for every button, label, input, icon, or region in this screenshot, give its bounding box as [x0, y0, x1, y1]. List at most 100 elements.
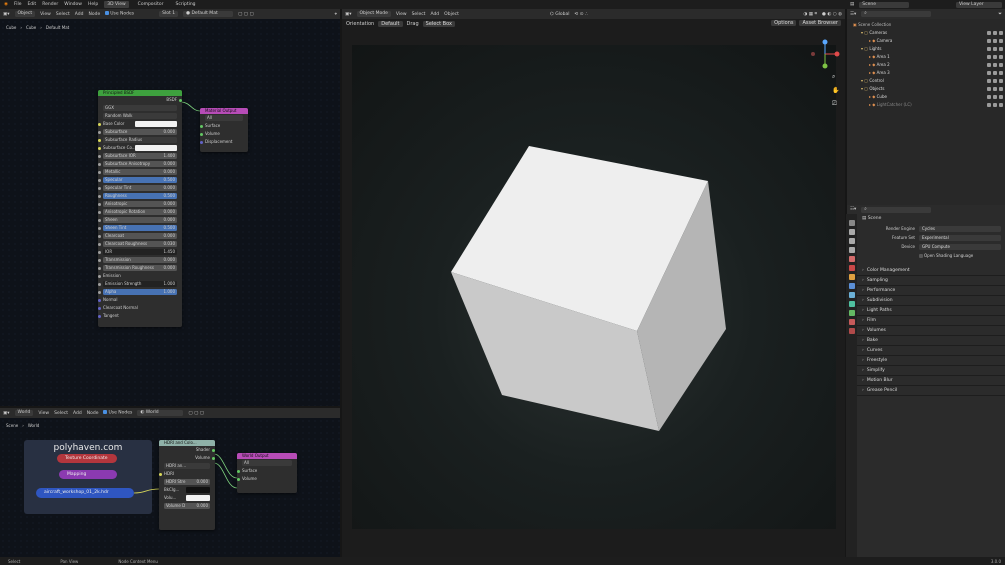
input-socket[interactable] [98, 122, 101, 126]
properties-panel[interactable]: Bake [857, 336, 1005, 346]
input-socket[interactable] [98, 266, 101, 270]
principled-input-row[interactable]: Sheen 0.000 [98, 216, 182, 224]
input-socket[interactable] [98, 306, 101, 310]
input-socket[interactable] [98, 250, 101, 254]
render-tab-icon[interactable] [848, 229, 855, 235]
cube-mesh[interactable] [352, 45, 836, 529]
input-socket[interactable] [98, 138, 101, 142]
blender-logo-icon[interactable]: ◉ [4, 2, 8, 7]
menu-select[interactable]: Select [56, 12, 70, 17]
slot-dropdown[interactable]: Slot 1 [159, 11, 179, 17]
menu-node[interactable]: Node [88, 12, 100, 17]
visibility-toggles-icon[interactable] [987, 103, 1003, 107]
input-socket[interactable] [98, 282, 101, 286]
transform-orientation-dropdown[interactable]: ⌬ Global [550, 12, 570, 17]
bsdf-output-socket[interactable] [179, 98, 182, 102]
input-socket[interactable] [98, 290, 101, 294]
visibility-toggles-icon[interactable] [987, 63, 1003, 67]
input-socket[interactable] [98, 194, 101, 198]
principled-input-row[interactable]: Anisotropic 0.000 [98, 200, 182, 208]
properties-panel[interactable]: Subdivision [857, 296, 1005, 306]
output-tab-icon[interactable] [848, 238, 855, 244]
input-socket[interactable] [98, 298, 101, 302]
material-tools-icons[interactable]: ▢ ▢ ▢ [238, 12, 254, 17]
tab-compositor[interactable]: Compositor [135, 1, 167, 8]
outliner-row[interactable]: ▸ ◆ Area 2 [847, 61, 1005, 69]
color-swatch[interactable] [135, 121, 177, 127]
volume-density-field[interactable]: Volume D 0.000 [159, 502, 215, 510]
visibility-toggles-icon[interactable] [987, 87, 1003, 91]
principled-input-row[interactable]: IOR 1.450 [98, 248, 182, 256]
input-socket[interactable] [98, 178, 101, 182]
options-button[interactable]: Options [771, 20, 797, 26]
input-socket[interactable] [98, 186, 101, 190]
filter-icon[interactable]: ⏷ [998, 11, 1002, 17]
outliner-row[interactable]: ▸ ◆ Camera [847, 37, 1005, 45]
outliner-row[interactable]: ▾ ▢ Control [847, 77, 1005, 85]
input-socket[interactable] [98, 274, 101, 278]
object-tab-icon[interactable] [848, 274, 855, 280]
world-type-dropdown[interactable]: World [14, 410, 34, 416]
input-socket[interactable] [98, 314, 101, 318]
outliner-row[interactable]: ▣ Scene Collection [847, 21, 1005, 29]
world-selector[interactable]: ◐ World [137, 410, 184, 416]
input-socket[interactable] [98, 170, 101, 174]
principled-input-row[interactable]: Base Color [98, 120, 182, 128]
properties-search-input[interactable]: ⌕ [861, 206, 932, 213]
menu-file[interactable]: File [14, 2, 22, 7]
input-socket[interactable] [98, 146, 101, 150]
properties-panel[interactable]: Film [857, 316, 1005, 326]
device-dropdown[interactable]: GPU Compute [919, 243, 1001, 250]
particles-tab-icon[interactable] [848, 292, 855, 298]
editor-type-icon-2[interactable]: ▣▾ [3, 411, 10, 416]
outliner-row[interactable]: ▸ ◆ Area 1 [847, 53, 1005, 61]
properties-panel[interactable]: Motion Blur [857, 376, 1005, 386]
overlay-icons[interactable]: ◑ ▦ ⌗ [803, 11, 817, 17]
properties-panel[interactable]: Performance [857, 286, 1005, 296]
principled-input-row[interactable]: Subsurface Anisotropy 0.000 [98, 160, 182, 168]
scene-tab-icon[interactable] [848, 256, 855, 262]
texture-tab-icon[interactable] [848, 328, 855, 334]
input-socket[interactable] [98, 234, 101, 238]
world-tab-icon[interactable] [848, 265, 855, 271]
viewport-area[interactable]: Orientation Default Drag Select Box Opti… [342, 19, 845, 557]
properties-panel[interactable]: Simplify [857, 366, 1005, 376]
camera-view[interactable] [352, 45, 836, 529]
editor-type-icon[interactable]: ▣▾ [3, 12, 10, 17]
world-tools-icons[interactable]: ▢ ▢ ▢ [188, 411, 204, 416]
menu-view[interactable]: View [40, 12, 51, 17]
world-editor-canvas[interactable]: Scene › World polyhaven.com Texture Coord… [0, 418, 340, 558]
principled-input-row[interactable]: Subsurface 0.000 [98, 128, 182, 136]
feature-set-dropdown[interactable]: Experimental [919, 234, 1001, 241]
menu-object-3d[interactable]: Object [444, 12, 459, 17]
properties-type-icon[interactable]: ☷▾ [850, 207, 856, 212]
viewport-editor-type-icon[interactable]: ▣▾ [345, 12, 352, 17]
outliner-row[interactable]: ▾ ▢ Cameras [847, 29, 1005, 37]
visibility-toggles-icon[interactable] [987, 95, 1003, 99]
principled-input-row[interactable]: Sheen Tint 0.500 [98, 224, 182, 232]
pivot-snap-icons[interactable]: ⟲ ⊙ ∴ [575, 12, 588, 17]
principled-input-row[interactable]: Subsurface Radius [98, 136, 182, 144]
outliner-row[interactable]: ▸ ◆ Area 3 [847, 69, 1005, 77]
material-output-node[interactable]: Material Output All Surface Volume Displ… [200, 108, 248, 152]
modifier-tab-icon[interactable] [848, 283, 855, 289]
menu-select-2[interactable]: Select [54, 411, 68, 416]
menu-window[interactable]: Window [64, 2, 82, 7]
visibility-toggles-icon[interactable] [987, 71, 1003, 75]
world-target-dropdown[interactable]: All [237, 459, 297, 467]
principled-input-row[interactable]: Specular Tint 0.000 [98, 184, 182, 192]
visibility-toggles-icon[interactable] [987, 31, 1003, 35]
osl-checkbox[interactable]: Open Shading Language [857, 251, 1005, 260]
outliner-row[interactable]: ▸ ◆ Cube [847, 93, 1005, 101]
use-nodes-checkbox[interactable]: Use Nodes [105, 11, 134, 17]
output-target-dropdown[interactable]: All [200, 114, 248, 122]
menu-view-2[interactable]: View [38, 411, 49, 416]
properties-panel[interactable]: Freestyle [857, 356, 1005, 366]
snap-icon[interactable]: ⌖ [334, 11, 337, 17]
drag-dropdown[interactable]: Select Box [422, 21, 455, 27]
properties-panel[interactable]: Color Management [857, 266, 1005, 276]
principled-input-row[interactable]: Specular 0.500 [98, 176, 182, 184]
principled-input-row[interactable]: Roughness 0.500 [98, 192, 182, 200]
scene-dropdown[interactable]: Scene [859, 1, 910, 8]
mode-dropdown[interactable]: Object Mode [356, 11, 391, 17]
